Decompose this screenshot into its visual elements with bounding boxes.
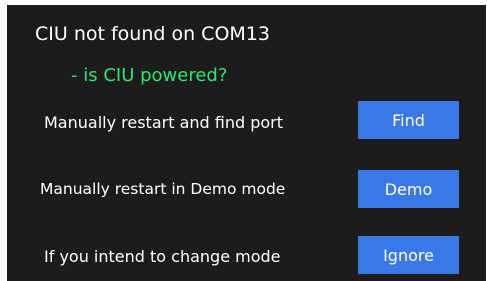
dialog-title: CIU not found on COM13 — [35, 23, 270, 45]
demo-button[interactable]: Demo — [358, 170, 459, 208]
change-mode-label: If you intend to change mode — [44, 247, 281, 266]
find-port-label: Manually restart and find port — [44, 113, 284, 132]
demo-mode-label: Manually restart in Demo mode — [40, 180, 286, 198]
ignore-button[interactable]: Ignore — [358, 236, 459, 274]
ciu-dialog-panel: CIU not found on COM13 - is CIU powered?… — [7, 5, 486, 281]
find-button[interactable]: Find — [358, 101, 459, 139]
dialog-subtitle: - is CIU powered? — [71, 65, 228, 86]
